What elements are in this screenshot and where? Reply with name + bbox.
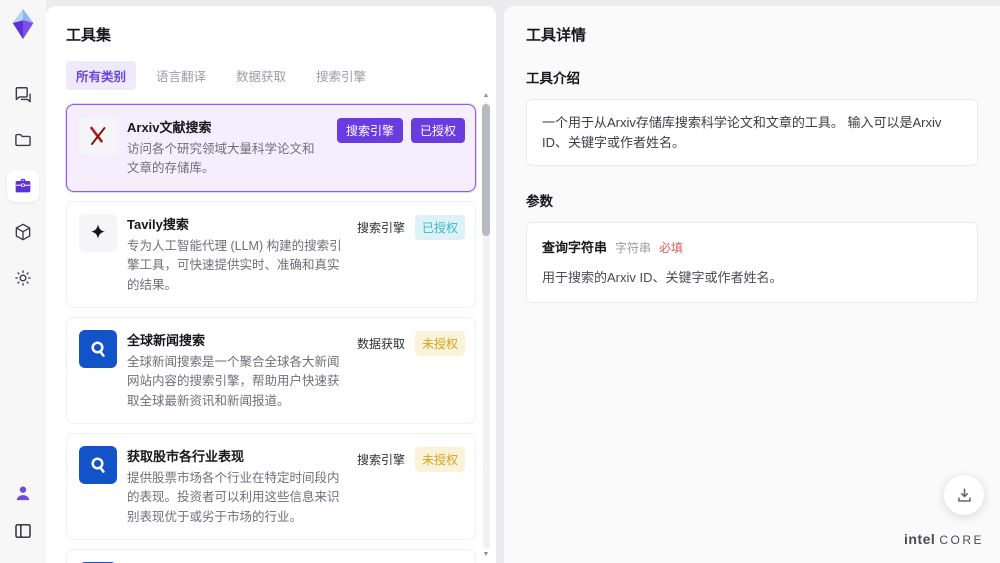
tool-description: 专为人工智能代理 (LLM) 构建的搜索引擎工具，可快速提供实时、准确和真实的结… [127,238,342,292]
brand-core: core [939,533,984,547]
toolbox-icon-active[interactable] [7,170,39,202]
tool-list-panel: 工具集 所有类别 语言翻译 数据获取 搜索引擎 Arxiv文献搜索 访问各个研究… [46,6,496,563]
intro-heading: 工具介绍 [526,71,580,86]
tool-card-sector-performance[interactable]: 获取股市各行业表现 提供股票市场各个行业在特定时间段内的表现。投资者可以利用这些… [66,433,476,541]
category-badge: 搜索引擎 [336,118,403,143]
scrollbar-thumb[interactable] [482,104,490,236]
tavily-sparkle-icon [79,213,117,252]
tool-description: 全球新闻搜索是一个聚合全球各大新闻网站内容的搜索引擎，帮助用户快速获取全球最新资… [127,354,340,408]
tool-detail-panel: 工具详情 工具介绍 一个用于从Arxiv存储库搜索科学论文和文章的工具。 输入可… [504,6,1000,563]
authorized-badge: 已授权 [410,118,465,143]
authorized-badge: 已授权 [414,214,465,240]
scrollbar-up-arrow[interactable]: ▲ [481,92,491,100]
unauthorized-badge: 未授权 [414,447,465,472]
tool-card-arxiv[interactable]: Arxiv文献搜索 访问各个研究领域大量科学论文和文章的存储库。 搜索引擎 已授… [66,104,476,192]
icon-rail [0,0,46,563]
page-title: 工具集 [66,27,112,44]
tool-card-global-news[interactable]: 全球新闻搜索 全球新闻搜索是一个聚合全球各大新闻网站内容的搜索引擎，帮助用户快速… [66,316,476,424]
tool-description: 访问各个研究领域大量科学论文和文章的存储库。 [127,142,315,176]
scrollbar-down-arrow[interactable]: ▼ [481,551,491,559]
tab-data-fetch[interactable]: 数据获取 [226,61,296,90]
sidebar-toggle-icon[interactable] [7,515,39,547]
user-avatar-icon[interactable] [7,477,39,509]
tool-name: Tavily搜索 [127,216,189,232]
tool-card-tavily[interactable]: Tavily搜索 专为人工智能代理 (LLM) 构建的搜索引擎工具，可快速提供实… [66,200,476,308]
tool-card-most-active-stocks[interactable]: 获取市场最活跃股票信息 提供当天交易量最高的股票列表，投资者可以利用这些信息来识… [66,549,476,563]
tool-description: 提供股票市场各个行业在特定时间段内的表现。投资者可以利用这些信息来识别表现优于或… [127,471,340,524]
tab-all-categories[interactable]: 所有类别 [66,61,137,90]
arxiv-icon [79,117,117,155]
tab-language-translation[interactable]: 语言翻译 [146,61,216,90]
app-window: 工具集 所有类别 语言翻译 数据获取 搜索引擎 Arxiv文献搜索 访问各个研究… [0,0,1000,563]
chat-icon[interactable] [7,78,39,110]
cube-icon[interactable] [7,216,39,248]
tool-list: Arxiv文献搜索 访问各个研究领域大量科学论文和文章的存储库。 搜索引擎 已授… [66,104,476,563]
param-type: 字符串 [615,241,652,255]
parameter-card: 查询字符串 字符串 必填 用于搜索的Arxiv ID、关键字或作者姓名。 [526,222,978,303]
intel-core-logo: intel core [904,531,984,547]
tool-intro-text: 一个用于从Arxiv存储库搜索科学论文和文章的工具。 输入可以是Arxiv ID… [526,99,978,166]
tool-name: 全球新闻搜索 [127,332,206,348]
download-icon [957,487,971,502]
news-search-icon [79,446,117,484]
tab-search-engine[interactable]: 搜索引擎 [306,61,376,90]
category-label: 搜索引擎 [356,453,405,467]
list-scrollbar[interactable]: ▲ ▼ [481,92,491,559]
download-button[interactable] [944,475,984,515]
unauthorized-badge: 未授权 [414,330,465,356]
params-heading: 参数 [526,194,553,209]
main-area: 工具集 所有类别 语言翻译 数据获取 搜索引擎 Arxiv文献搜索 访问各个研究… [46,0,1000,563]
param-name: 查询字符串 [542,240,608,255]
app-logo [8,8,38,40]
news-search-icon [79,329,117,368]
category-tabs: 所有类别 语言翻译 数据获取 搜索引擎 [66,61,476,90]
param-required-flag: 必填 [659,241,684,255]
tool-name: Arxiv文献搜索 [127,120,212,135]
tool-name: 获取股市各行业表现 [127,449,245,464]
folder-icon[interactable] [7,124,39,156]
category-label: 数据获取 [356,336,405,351]
settings-gear-icon[interactable] [7,262,39,294]
category-label: 搜索引擎 [356,220,405,235]
detail-title: 工具详情 [526,27,587,44]
param-description: 用于搜索的Arxiv ID、关键字或作者姓名。 [542,270,783,285]
brand-intel: intel [904,531,936,547]
